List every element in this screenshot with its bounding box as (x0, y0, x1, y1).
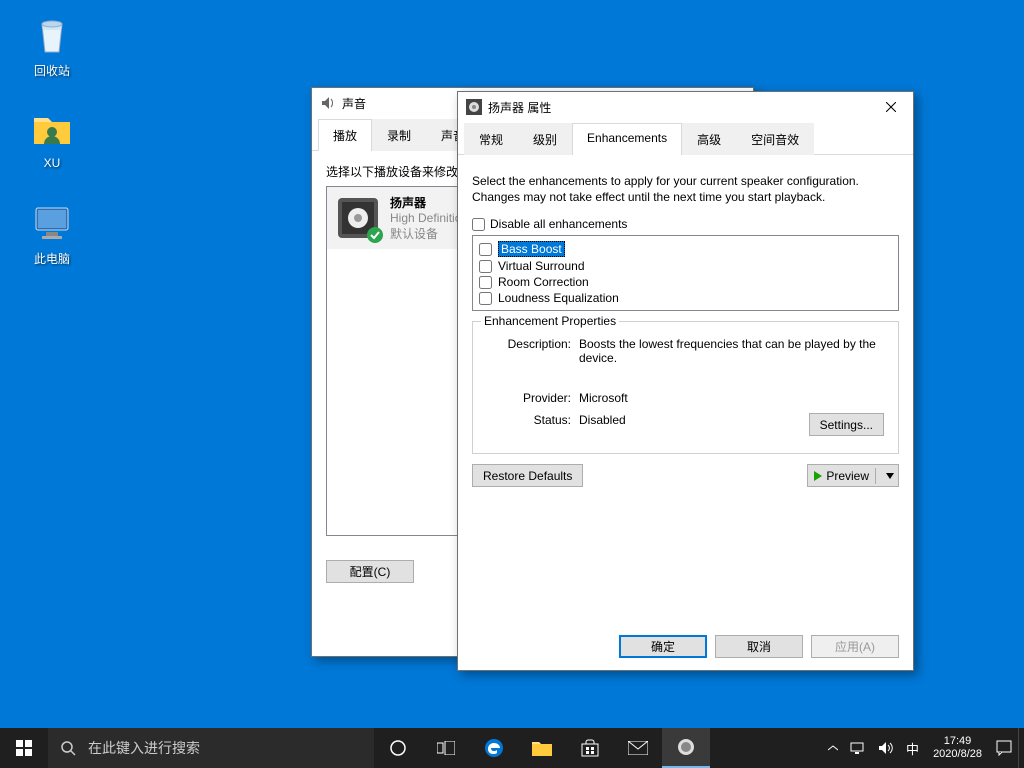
trash-icon (28, 10, 76, 58)
close-button[interactable] (868, 92, 913, 122)
recycle-bin-icon[interactable]: 回收站 (14, 10, 90, 79)
enh-checkbox[interactable] (479, 260, 492, 273)
desc-value: Boosts the lowest frequencies that can b… (579, 334, 884, 368)
icon-label: XU (44, 156, 61, 170)
enh-room-correction[interactable]: Room Correction (479, 274, 892, 290)
tray-volume-icon[interactable] (872, 728, 900, 768)
ok-button[interactable]: 确定 (619, 635, 707, 658)
ime-indicator[interactable]: 中 (900, 728, 925, 768)
desc-label: Description: (487, 334, 577, 368)
search-placeholder: 在此键入进行搜索 (88, 738, 200, 758)
enh-checkbox[interactable] (479, 292, 492, 305)
task-view-icon[interactable] (422, 728, 470, 768)
fieldset-legend: Enhancement Properties (481, 314, 619, 328)
window-title: 扬声器 属性 (488, 99, 551, 116)
cancel-button[interactable]: 取消 (715, 635, 803, 658)
user-folder-icon (28, 104, 76, 152)
computer-icon (28, 198, 76, 246)
enh-checkbox[interactable] (479, 276, 492, 289)
restore-defaults-button[interactable]: Restore Defaults (472, 464, 583, 487)
status-value: Disabled (579, 413, 626, 436)
clock-time: 17:49 (933, 735, 982, 748)
enh-checkbox[interactable] (479, 243, 492, 256)
tray-overflow-icon[interactable] (822, 728, 844, 768)
disable-all-input[interactable] (472, 218, 485, 231)
tab-general[interactable]: 常规 (464, 123, 518, 155)
disable-all-checkbox[interactable]: Disable all enhancements (472, 217, 899, 231)
system-tray: 中 17:49 2020/8/28 (822, 728, 1024, 768)
edge-icon[interactable] (470, 728, 518, 768)
taskbar-search[interactable]: 在此键入进行搜索 (48, 728, 374, 768)
window-title: 声音 (342, 95, 366, 112)
speaker-icon (320, 95, 336, 111)
icon-label: 回收站 (34, 64, 70, 78)
store-icon[interactable] (566, 728, 614, 768)
enhancements-list[interactable]: Bass Boost Virtual Surround Room Correct… (472, 235, 899, 311)
clock[interactable]: 17:49 2020/8/28 (925, 735, 990, 761)
search-icon (48, 740, 88, 756)
cortana-icon[interactable] (374, 728, 422, 768)
speaker-properties-dialog: 扬声器 属性 常规 级别 Enhancements 高级 空间音效 Select… (457, 91, 914, 671)
enh-bass-boost[interactable]: Bass Boost (479, 240, 892, 258)
show-desktop-button[interactable] (1018, 728, 1024, 768)
tab-levels[interactable]: 级别 (518, 123, 572, 155)
apply-button[interactable]: 应用(A) (811, 635, 899, 658)
explorer-icon[interactable] (518, 728, 566, 768)
speaker-device-icon (334, 194, 382, 242)
tab-advanced[interactable]: 高级 (682, 123, 736, 155)
icon-label: 此电脑 (34, 252, 70, 266)
titlebar[interactable]: 扬声器 属性 (458, 92, 913, 122)
dropdown-icon (886, 473, 894, 479)
enh-virtual-surround[interactable]: Virtual Surround (479, 258, 892, 274)
folder-xu-icon[interactable]: XU (14, 104, 90, 170)
enhancement-properties-group: Enhancement Properties Description: Boos… (472, 321, 899, 454)
taskbar-sound-app[interactable] (662, 728, 710, 768)
properties-tabs: 常规 级别 Enhancements 高级 空间音效 (458, 122, 913, 155)
configure-button[interactable]: 配置(C) (326, 560, 414, 583)
tab-enhancements[interactable]: Enhancements (572, 123, 682, 155)
status-label: Status: (487, 410, 577, 439)
play-icon (814, 471, 822, 481)
tab-spatial[interactable]: 空间音效 (736, 123, 814, 155)
tab-recording[interactable]: 录制 (372, 119, 426, 151)
tray-network-icon[interactable] (844, 728, 872, 768)
enh-loudness-eq[interactable]: Loudness Equalization (479, 290, 892, 306)
tab-playback[interactable]: 播放 (318, 119, 372, 151)
this-pc-icon[interactable]: 此电脑 (14, 198, 90, 267)
enhancements-description: Select the enhancements to apply for you… (472, 173, 899, 205)
settings-button[interactable]: Settings... (809, 413, 884, 436)
taskbar: 在此键入进行搜索 中 17:49 2020/8/28 (0, 728, 1024, 768)
start-button[interactable] (0, 728, 48, 768)
provider-value: Microsoft (579, 388, 884, 408)
action-center-icon[interactable] (990, 728, 1018, 768)
clock-date: 2020/8/28 (933, 748, 982, 761)
mail-icon[interactable] (614, 728, 662, 768)
speaker-icon (466, 99, 482, 115)
provider-label: Provider: (487, 388, 577, 408)
preview-button[interactable]: Preview (807, 464, 899, 487)
